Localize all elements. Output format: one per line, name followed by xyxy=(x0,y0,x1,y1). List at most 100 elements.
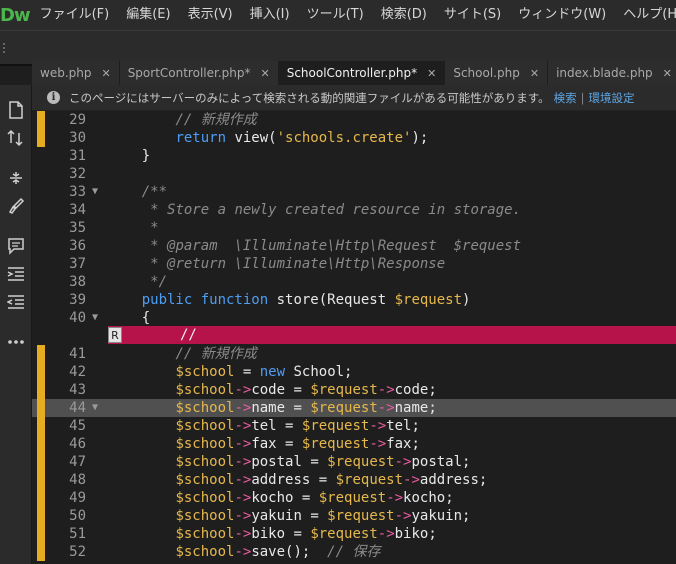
code-line[interactable]: 29 // 新規作成 xyxy=(32,111,676,129)
code-text: // 新規作成 xyxy=(108,345,256,363)
code-text: * xyxy=(108,219,158,237)
line-number: 42 xyxy=(69,364,86,380)
code-line[interactable]: 40 ▼ { xyxy=(32,309,676,327)
code-token: * @param \Illuminate\Http\Request $reque… xyxy=(150,238,522,254)
code-token: return xyxy=(175,130,227,146)
code-line[interactable]: 35 * xyxy=(32,219,676,237)
code-line[interactable]: 38 */ xyxy=(32,273,676,291)
code-text: return view('schools.create'); xyxy=(108,129,428,147)
menu-item[interactable]: ツール(T) xyxy=(307,0,364,30)
code-line[interactable]: 30 return view('schools.create'); xyxy=(32,129,676,147)
toolbar-grip-icon[interactable] xyxy=(3,43,11,53)
code-token: $request xyxy=(335,472,404,488)
code-line[interactable]: 39 public function store(Request $reques… xyxy=(32,291,676,309)
code-line[interactable]: 49 $school->kocho = $request->kocho; xyxy=(32,489,676,507)
close-tab-icon[interactable]: ✕ xyxy=(663,67,672,80)
menu-item[interactable]: 検索(D) xyxy=(381,0,427,30)
brush-icon[interactable] xyxy=(6,197,26,217)
close-tab-icon[interactable]: ✕ xyxy=(260,67,269,80)
code-token: postal; xyxy=(411,454,471,470)
more-icon[interactable] xyxy=(6,333,26,353)
code-line[interactable]: 34 * Store a newly created resource in s… xyxy=(32,201,676,219)
document-tab[interactable]: web.php ✕ xyxy=(32,61,120,85)
line-number: 50 xyxy=(69,508,86,524)
line-number: 39 xyxy=(69,292,86,308)
code-token: * Store a newly created resource in stor… xyxy=(150,202,522,218)
code-text: */ xyxy=(108,273,167,291)
close-tab-icon[interactable]: ✕ xyxy=(101,67,110,80)
code-token: -> xyxy=(234,508,252,524)
code-line[interactable]: 44 ▼ $school->name = $request->name; xyxy=(32,399,676,417)
code-line[interactable]: 47 $school->postal = $request->postal; xyxy=(32,453,676,471)
document-tab[interactable]: index.blade.php ✕ xyxy=(548,61,676,85)
code-line[interactable]: 37 * @return \Illuminate\Http\Response xyxy=(32,255,676,273)
code-line[interactable]: 48 $school->address = $request->address; xyxy=(32,471,676,489)
code-line[interactable]: 42 $school = new School; xyxy=(32,363,676,381)
outdent-icon[interactable] xyxy=(6,293,26,313)
menu-item[interactable]: 編集(E) xyxy=(126,0,170,30)
code-token: -> xyxy=(377,400,395,416)
code-editor[interactable]: R // 29 // 新規作成 30 return view('schools.c… xyxy=(32,111,676,564)
close-tab-icon[interactable]: ✕ xyxy=(427,67,436,80)
indent-icon[interactable] xyxy=(6,265,26,285)
code-line[interactable]: 31 } xyxy=(32,147,676,165)
file-icon[interactable] xyxy=(6,101,26,121)
code-line[interactable]: 52 $school->save(); // 保存 xyxy=(32,543,676,561)
code-line[interactable]: 45 $school->tel = $request->tel; xyxy=(32,417,676,435)
code-line[interactable]: 50 $school->yakuin = $request->yakuin; xyxy=(32,507,676,525)
code-line[interactable]: 46 $school->fax = $request->fax; xyxy=(32,435,676,453)
tab-label: School.php xyxy=(453,66,520,80)
document-tab[interactable]: SchoolController.php* ✕ xyxy=(278,61,446,85)
code-line[interactable]: 36 * @param \Illuminate\Http\Request $re… xyxy=(32,237,676,255)
line-number: 52 xyxy=(69,544,86,560)
code-token: $school xyxy=(175,508,235,524)
menu-item[interactable]: 挿入(I) xyxy=(250,0,290,30)
menu-item[interactable]: サイト(S) xyxy=(444,0,501,30)
code-line[interactable]: 32 xyxy=(32,165,676,183)
code-text: $school->postal = $request->postal; xyxy=(108,453,470,471)
expand-icon[interactable] xyxy=(6,169,26,189)
code-token: $school xyxy=(175,490,235,506)
code-token: ) xyxy=(462,292,471,308)
code-token: -> xyxy=(234,472,252,488)
preferences-link[interactable]: 環境設定 xyxy=(588,90,634,106)
dreamweaver-logo: Dw xyxy=(0,4,31,26)
comment-icon[interactable] xyxy=(6,237,26,257)
code-token: fax = xyxy=(251,436,302,452)
code-token: -> xyxy=(234,418,252,434)
menu-item[interactable]: 表示(V) xyxy=(188,0,233,30)
menu-item[interactable]: ウィンドウ(W) xyxy=(518,0,606,30)
code-token: { xyxy=(108,310,151,326)
fold-arrow-icon[interactable]: ▼ xyxy=(92,183,104,201)
code-line[interactable]: 41 // 新規作成 xyxy=(32,345,676,363)
error-badge[interactable]: R xyxy=(108,327,122,343)
code-token: -> xyxy=(234,436,252,452)
code-token: $school xyxy=(175,544,235,560)
code-token: $school xyxy=(175,454,235,470)
code-token: School; xyxy=(285,364,353,380)
fold-arrow-icon[interactable]: ▼ xyxy=(92,309,104,327)
line-number: 32 xyxy=(69,166,86,182)
document-tab[interactable]: School.php ✕ xyxy=(445,61,549,85)
fold-arrow-icon[interactable]: ▼ xyxy=(92,399,104,417)
code-line[interactable]: 43 $school->code = $request->code; xyxy=(32,381,676,399)
sort-icon[interactable] xyxy=(6,129,26,149)
line-number: 43 xyxy=(69,382,86,398)
close-tab-icon[interactable]: ✕ xyxy=(530,67,539,80)
menu-item[interactable]: ファイル(F) xyxy=(40,0,110,30)
document-tab[interactable]: SportController.php* ✕ xyxy=(119,61,279,85)
code-token: -> xyxy=(234,544,252,560)
search-link[interactable]: 検索 xyxy=(554,90,577,106)
code-line[interactable]: 33 ▼ /** xyxy=(32,183,676,201)
menu-item[interactable]: ヘルプ(H) xyxy=(623,0,676,30)
error-line-code[interactable]: // xyxy=(180,326,197,344)
code-line[interactable]: 51 $school->biko = $request->biko; xyxy=(32,525,676,543)
